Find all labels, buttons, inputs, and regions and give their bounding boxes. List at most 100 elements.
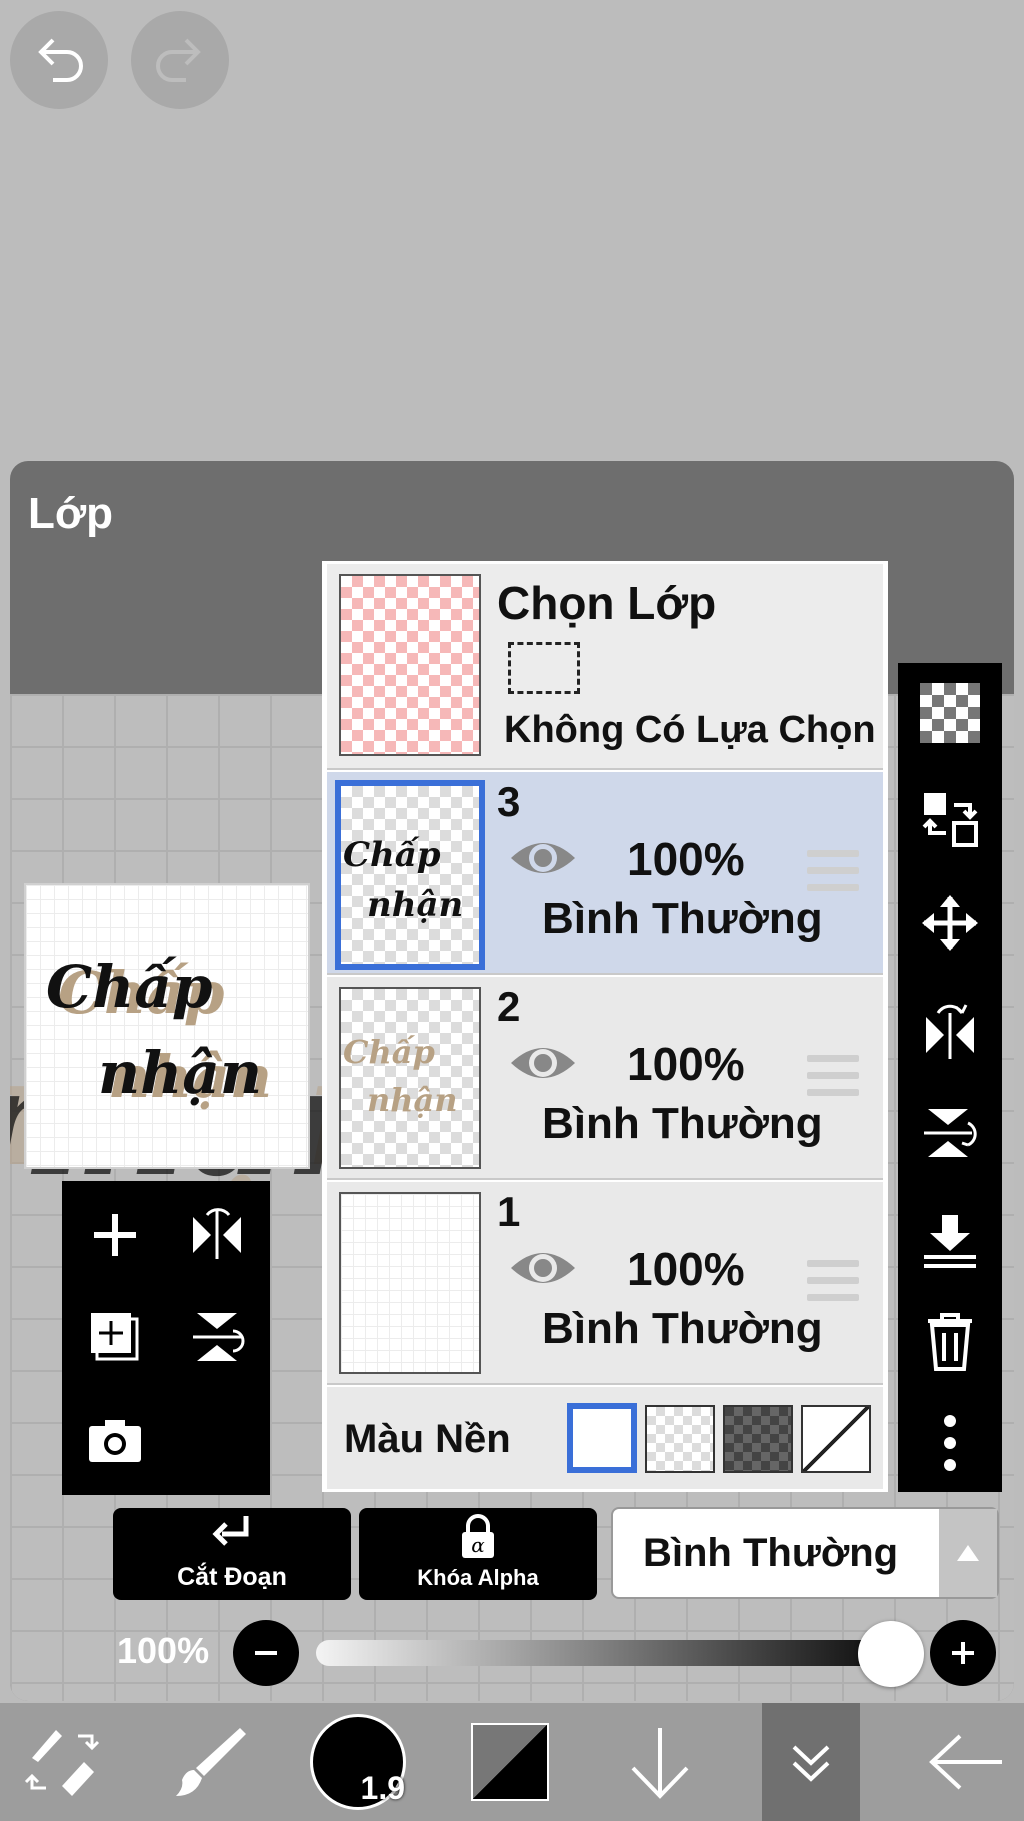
layer-thumbnail-1 bbox=[339, 1192, 481, 1374]
move-down-button[interactable] bbox=[618, 1703, 702, 1821]
layer-list: Chọn Lớp Không Có Lựa Chọn Chấp nhận 3 10… bbox=[322, 561, 888, 1492]
layer-row-1[interactable]: 1 100% Bình Thường bbox=[327, 1182, 883, 1385]
flip-layer-horizontal-button[interactable] bbox=[172, 1190, 262, 1280]
layer-2-art-line1: Chấp bbox=[343, 1033, 435, 1071]
clipping-label: Cắt Đoạn bbox=[177, 1563, 287, 1591]
layer-thumbnail-3: Chấp nhận bbox=[335, 780, 485, 970]
brush-tool-button[interactable] bbox=[162, 1703, 258, 1821]
flip-horizontal-icon bbox=[193, 1208, 241, 1259]
eye-icon[interactable] bbox=[507, 1244, 579, 1297]
background-color-label: Màu Nền bbox=[344, 1417, 511, 1461]
bg-option-none[interactable] bbox=[801, 1405, 871, 1473]
layer-blend-mode: Bình Thường bbox=[542, 1099, 823, 1148]
layer-opacity: 100% bbox=[627, 1243, 745, 1295]
drag-handle-icon[interactable] bbox=[807, 1055, 859, 1106]
opacity-decrease-button[interactable] bbox=[233, 1620, 299, 1686]
bottom-toolbar: 1.9 bbox=[0, 1703, 1024, 1821]
move-icon bbox=[922, 895, 978, 951]
brush-eraser-swap-icon bbox=[24, 1730, 100, 1796]
blend-mode-dropdown[interactable] bbox=[939, 1509, 997, 1597]
tool-switch-button[interactable] bbox=[14, 1703, 110, 1821]
flip-layer-vertical-button[interactable] bbox=[172, 1292, 262, 1382]
preview-text-line2: nhận bbox=[98, 1039, 262, 1107]
chevrons-down-icon bbox=[792, 1745, 830, 1782]
checkerboard-icon bbox=[920, 683, 980, 743]
brush-size-value: 1.9 bbox=[360, 1770, 405, 1806]
minus-icon bbox=[255, 1651, 277, 1655]
merge-down-icon bbox=[924, 1215, 976, 1268]
panel-title: Lớp bbox=[28, 489, 114, 538]
undo-button[interactable] bbox=[10, 11, 108, 109]
add-layer-button[interactable] bbox=[70, 1190, 160, 1280]
duplicate-layer-button[interactable] bbox=[70, 1292, 160, 1382]
camera-icon bbox=[89, 1420, 141, 1462]
drag-handle-icon[interactable] bbox=[807, 850, 859, 901]
bg-option-checker-light[interactable] bbox=[645, 1405, 715, 1473]
bg-option-checker-dark[interactable] bbox=[723, 1405, 793, 1473]
preview-text-line1: Chấp bbox=[46, 953, 212, 1021]
opacity-increase-button[interactable] bbox=[930, 1620, 996, 1686]
flip-horizontal-icon bbox=[926, 1004, 974, 1059]
brush-size-button[interactable]: 1.9 bbox=[307, 1703, 409, 1821]
svg-text:α: α bbox=[471, 1533, 485, 1557]
move-button[interactable] bbox=[898, 878, 1002, 968]
brush-icon bbox=[176, 1728, 246, 1796]
undo-icon bbox=[38, 38, 83, 82]
selection-layer[interactable]: Chọn Lớp Không Có Lựa Chọn bbox=[327, 564, 883, 770]
opacity-label: 100% bbox=[117, 1630, 210, 1671]
eye-icon[interactable] bbox=[507, 1039, 579, 1092]
clipping-button[interactable]: Cắt Đoạn bbox=[113, 1508, 351, 1600]
layer-row-2[interactable]: Chấp nhận 2 100% Bình Thường bbox=[327, 977, 883, 1180]
layer-menu-button[interactable] bbox=[762, 1703, 860, 1821]
alpha-lock-button[interactable]: α Khóa Alpha bbox=[359, 1508, 597, 1600]
layer-opacity: 100% bbox=[627, 1038, 745, 1090]
opacity-slider-track[interactable] bbox=[316, 1640, 916, 1666]
triangle-up-icon bbox=[957, 1545, 979, 1561]
layer-blend-mode: Bình Thường bbox=[542, 894, 823, 943]
layer-3-art-line1: Chấp bbox=[343, 835, 441, 875]
flip-vertical-icon bbox=[924, 1109, 977, 1157]
selection-layer-thumbnail bbox=[339, 574, 481, 756]
canvas-preview: Chấp Chấp nhận nhận bbox=[24, 883, 310, 1169]
opacity-slider-thumb[interactable] bbox=[858, 1621, 924, 1687]
selection-layer-title: Chọn Lớp bbox=[497, 577, 717, 629]
flip-vertical-icon bbox=[193, 1313, 245, 1361]
layer-opacity: 100% bbox=[627, 833, 745, 885]
right-toolbar bbox=[898, 663, 1002, 1492]
more-options-button[interactable] bbox=[898, 1398, 1002, 1488]
camera-button[interactable] bbox=[70, 1396, 160, 1486]
plus-icon bbox=[952, 1642, 974, 1664]
alpha-lock-label: Khóa Alpha bbox=[417, 1565, 539, 1590]
selection-marquee-icon bbox=[508, 642, 580, 694]
more-vertical-icon bbox=[944, 1415, 956, 1471]
swap-layer-button[interactable] bbox=[898, 774, 1002, 864]
brush-size-indicator: 1.9 bbox=[310, 1714, 406, 1810]
layer-row-3[interactable]: Chấp nhận 3 100% Bình Thường bbox=[327, 772, 883, 975]
color-swatch bbox=[471, 1723, 549, 1801]
layer-3-art-line2: nhận bbox=[367, 885, 463, 925]
lock-alpha-icon: α bbox=[462, 1514, 494, 1558]
flip-vertical-button[interactable] bbox=[898, 1088, 1002, 1178]
redo-button[interactable] bbox=[131, 11, 229, 109]
delete-layer-button[interactable] bbox=[898, 1296, 1002, 1386]
plus-icon bbox=[94, 1214, 136, 1256]
clipping-arrow-icon bbox=[212, 1516, 249, 1546]
layer-number: 1 bbox=[497, 1188, 521, 1235]
bg-option-white[interactable] bbox=[567, 1403, 637, 1473]
color-button[interactable] bbox=[468, 1703, 552, 1821]
back-button[interactable] bbox=[916, 1703, 1016, 1821]
blend-mode-select[interactable]: Bình Thường bbox=[611, 1507, 999, 1599]
arrow-down-icon bbox=[631, 1728, 689, 1799]
layer-2-art-line2: nhận bbox=[367, 1081, 458, 1119]
selection-status: Không Có Lựa Chọn bbox=[504, 709, 876, 751]
layer-thumbnail-2: Chấp nhận bbox=[339, 987, 481, 1169]
drag-handle-icon[interactable] bbox=[807, 1260, 859, 1311]
merge-down-button[interactable] bbox=[898, 1196, 1002, 1286]
blend-mode-value: Bình Thường bbox=[643, 1531, 899, 1575]
flip-horizontal-button[interactable] bbox=[898, 986, 1002, 1076]
arrow-left-icon bbox=[929, 1734, 1002, 1790]
trash-icon bbox=[928, 1313, 972, 1371]
eye-icon[interactable] bbox=[507, 834, 579, 887]
duplicate-icon bbox=[91, 1313, 139, 1361]
transparency-button[interactable] bbox=[898, 668, 1002, 758]
